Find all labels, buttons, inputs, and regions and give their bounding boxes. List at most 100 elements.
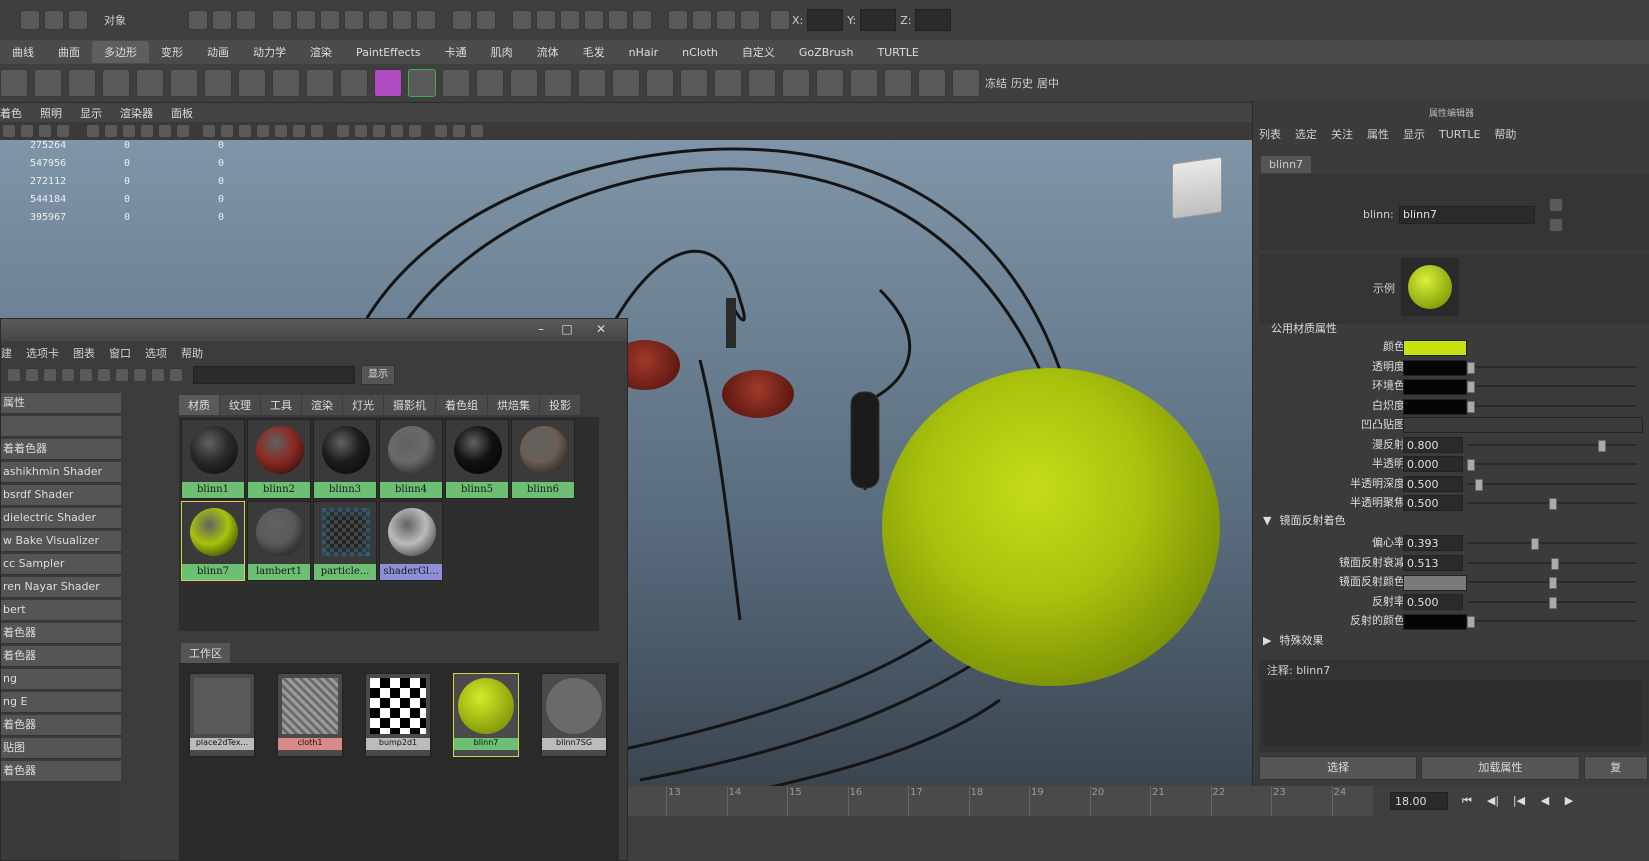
- help-icon[interactable]: [416, 10, 436, 30]
- close-icon[interactable]: ✕: [591, 322, 611, 336]
- slider-handle[interactable]: [1475, 478, 1484, 491]
- slider-handle[interactable]: [1467, 459, 1475, 471]
- xray-icon[interactable]: [336, 124, 350, 138]
- shelf-tab[interactable]: TURTLE: [865, 43, 930, 62]
- shelf-tab[interactable]: PaintEffects: [344, 43, 433, 62]
- shelf-tab[interactable]: 曲面: [46, 41, 92, 63]
- material-swatch[interactable]: blinn5: [445, 419, 509, 499]
- poly-soccer-icon[interactable]: [238, 69, 266, 97]
- isolate-icon[interactable]: [372, 124, 386, 138]
- separate-icon[interactable]: [306, 69, 334, 97]
- shelf-tab[interactable]: GoZBrush: [787, 43, 866, 62]
- poly-pipe-icon[interactable]: [204, 69, 232, 97]
- material-swatch[interactable]: blinn2: [247, 419, 311, 499]
- hypershade-search-input[interactable]: [193, 366, 355, 384]
- resolution-gate-icon[interactable]: [122, 124, 136, 138]
- list-item[interactable]: 着色器: [1, 715, 121, 736]
- slider-handle[interactable]: [1467, 400, 1475, 413]
- output-connections-icon[interactable]: [97, 368, 111, 382]
- play-forward-icon[interactable]: ▶: [1560, 792, 1578, 810]
- poly-pyramid-icon[interactable]: [170, 69, 198, 97]
- select-component-icon[interactable]: [236, 10, 256, 30]
- color-swatch[interactable]: [1403, 340, 1467, 356]
- graph-materials-icon[interactable]: [7, 368, 21, 382]
- channel-box-icon[interactable]: [632, 10, 652, 30]
- material-swatch[interactable]: blinn3: [313, 419, 377, 499]
- uv-spherical-icon[interactable]: [884, 69, 912, 97]
- xray-joints-icon[interactable]: [354, 124, 368, 138]
- swatch-icon[interactable]: [169, 368, 183, 382]
- attribute-slider[interactable]: [1467, 478, 1637, 491]
- anti-alias-icon[interactable]: [434, 124, 448, 138]
- color-swatch[interactable]: [1403, 359, 1467, 376]
- textured-icon[interactable]: [274, 124, 288, 138]
- minimize-icon[interactable]: –: [531, 322, 551, 336]
- insert-edge-loop-icon[interactable]: [612, 69, 640, 97]
- node-bump2d[interactable]: bump2d1: [365, 673, 431, 757]
- attribute-section-header[interactable]: ▶ 特殊效果: [1263, 632, 1643, 650]
- field-chart-icon[interactable]: [158, 124, 172, 138]
- list-item[interactable]: [1, 416, 121, 437]
- poly-cone-icon[interactable]: [68, 69, 96, 97]
- ae-menu-item[interactable]: 列表: [1259, 126, 1281, 142]
- hypershade-titlebar[interactable]: – □ ✕: [1, 319, 627, 341]
- attribute-value-field[interactable]: 0.500: [1403, 593, 1463, 610]
- freeze-label[interactable]: 冻结: [985, 75, 1007, 91]
- play-backward-icon[interactable]: ◀: [1536, 792, 1554, 810]
- list-item[interactable]: dielectric Shader: [1, 508, 121, 529]
- cleanup-icon[interactable]: [476, 69, 504, 97]
- tab-textures[interactable]: 纹理: [220, 395, 260, 415]
- hypershade-icon[interactable]: [560, 10, 580, 30]
- step-back-frame-icon[interactable]: |◀: [1510, 792, 1528, 810]
- uv-cylindrical-icon[interactable]: [850, 69, 878, 97]
- outliner-icon[interactable]: [692, 10, 712, 30]
- attribute-value-field[interactable]: 0.000: [1403, 456, 1463, 472]
- attribute-value-field[interactable]: 0.500: [1403, 495, 1463, 511]
- slider-handle[interactable]: [1531, 538, 1540, 550]
- notes-field[interactable]: [1263, 680, 1643, 746]
- tab-projects[interactable]: 投影: [540, 395, 580, 415]
- material-swatch[interactable]: blinn6: [511, 419, 575, 499]
- render-frame-icon[interactable]: [476, 10, 496, 30]
- list-item[interactable]: ashikhmin Shader: [1, 462, 121, 483]
- attribute-editor-icon[interactable]: [668, 10, 688, 30]
- load-attributes-button[interactable]: 加载属性: [1421, 756, 1580, 780]
- fill-hole-icon[interactable]: [510, 69, 538, 97]
- list-item[interactable]: 属性: [1, 393, 121, 414]
- tab-rendering[interactable]: 渲染: [302, 395, 342, 415]
- bin-icon[interactable]: [133, 368, 147, 382]
- shelf-tab[interactable]: 多边形: [92, 41, 149, 63]
- shelf-tab[interactable]: 变形: [149, 41, 195, 63]
- node-cloth[interactable]: cloth1: [277, 673, 343, 757]
- uv-auto-icon[interactable]: [918, 69, 946, 97]
- material-swatch[interactable]: lambert1: [247, 501, 311, 581]
- snap-grid-icon[interactable]: [272, 10, 292, 30]
- coord-z-field[interactable]: [915, 9, 952, 31]
- attribute-value-field[interactable]: 0.393: [1403, 535, 1463, 551]
- safe-action-icon[interactable]: [176, 124, 190, 138]
- sculpt-icon[interactable]: [782, 69, 810, 97]
- slider-handle[interactable]: [1549, 596, 1557, 609]
- work-area[interactable]: place2dTex... cloth1 bump2d1 blinn7 blin…: [179, 663, 619, 860]
- list-item[interactable]: ren Nayar Shader: [1, 577, 121, 598]
- color-swatch[interactable]: [1403, 614, 1467, 630]
- tab-bake-sets[interactable]: 烘焙集: [488, 395, 539, 415]
- attribute-slider[interactable]: [1467, 381, 1637, 393]
- list-item[interactable]: cc Sampler: [1, 554, 121, 575]
- tab-materials[interactable]: 材质: [179, 395, 219, 415]
- node-shading-group[interactable]: blinn7SG: [541, 673, 607, 757]
- color-swatch[interactable]: [1403, 398, 1467, 415]
- material-swatch-selected[interactable]: blinn7: [181, 501, 245, 581]
- poly-cylinder-icon[interactable]: [34, 69, 62, 97]
- tab-cameras[interactable]: 摄影机: [384, 395, 435, 415]
- viewport-menu-lighting[interactable]: 照明: [40, 105, 62, 121]
- graph-network-icon[interactable]: [25, 368, 39, 382]
- shelf-tab[interactable]: nCloth: [670, 43, 730, 62]
- viewport-menu-panels[interactable]: 面板: [171, 105, 193, 121]
- focus-icon[interactable]: [1549, 198, 1563, 212]
- new-scene-icon[interactable]: [20, 10, 40, 30]
- shelf-tab[interactable]: 卡通: [433, 41, 479, 63]
- toggle-panel-icon[interactable]: [115, 368, 129, 382]
- material-swatch[interactable]: shaderGl...: [379, 501, 443, 581]
- attribute-section-header[interactable]: 公用材质属性: [1263, 320, 1643, 338]
